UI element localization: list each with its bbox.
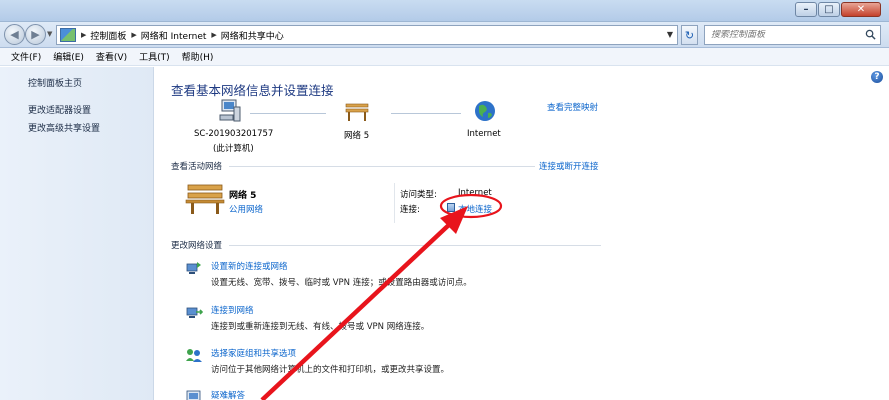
task-troubleshoot-link[interactable]: 疑难解答 [211, 389, 245, 400]
task-new-connection-link[interactable]: 设置新的连接或网络 [211, 260, 288, 272]
computer-icon[interactable] [219, 99, 241, 123]
new-connection-icon [186, 262, 201, 274]
breadcrumb-network-sharing-center[interactable]: 网络和共享中心 [221, 29, 284, 42]
page-title: 查看基本网络信息并设置连接 [171, 83, 334, 98]
breadcrumb-network-internet[interactable]: 网络和 Internet [141, 29, 207, 42]
menu-bar: 文件(F) 编辑(E) 查看(V) 工具(T) 帮助(H) [0, 48, 889, 66]
help-icon[interactable]: ? [871, 71, 883, 83]
map-connector-line [391, 113, 461, 114]
back-arrow-icon: ◀ [10, 28, 19, 41]
task-connect-network-link[interactable]: 连接到网络 [211, 304, 254, 316]
internet-label: Internet [467, 129, 501, 139]
menu-edit[interactable]: 编辑(E) [53, 50, 84, 63]
breadcrumb-separator[interactable]: ▶ [131, 31, 136, 39]
forward-arrow-icon: ▶ [31, 28, 40, 41]
local-connection-icon [447, 203, 455, 212]
address-bar: ◀ ▶ ▼ ▶ 控制面板 ▶ 网络和 Internet ▶ 网络和共享中心 ▼ … [0, 22, 889, 48]
computer-sub-label: (此计算机) [213, 144, 254, 154]
connect-disconnect-link[interactable]: 连接或断开连接 [539, 160, 599, 172]
sidebar-link-advanced-sharing[interactable]: 更改高级共享设置 [28, 121, 100, 134]
sidebar-home-link[interactable]: 控制面板主页 [28, 76, 82, 89]
search-box[interactable] [704, 25, 881, 45]
forward-button[interactable]: ▶ [25, 24, 46, 45]
vertical-divider [394, 183, 395, 223]
task-homegroup-link[interactable]: 选择家庭组和共享选项 [211, 347, 296, 359]
task-homegroup-desc: 访问位于其他网络计算机上的文件和打印机，或更改共享设置。 [211, 365, 450, 375]
homegroup-icon [186, 349, 202, 362]
window-controls: – □ ✕ [794, 2, 881, 17]
local-connection-link[interactable]: 本地连接 [458, 203, 492, 215]
sidebar: 控制面板主页 更改适配器设置 更改高级共享设置 [0, 67, 154, 400]
close-icon: ✕ [856, 4, 866, 15]
troubleshoot-icon [186, 390, 201, 400]
internet-globe-icon[interactable] [473, 99, 497, 123]
connections-label: 连接: [400, 205, 420, 215]
task-new-connection-desc: 设置无线、宽带、拨号、临时或 VPN 连接；或设置路由器或访问点。 [211, 278, 472, 288]
section-divider [229, 245, 601, 246]
change-settings-heading: 更改网络设置 [171, 241, 223, 251]
minimize-icon: – [803, 4, 809, 15]
recent-pages-dropdown[interactable]: ▼ [47, 30, 52, 38]
map-connector-line [250, 113, 326, 114]
sidebar-link-adapter-settings[interactable]: 更改适配器设置 [28, 103, 91, 116]
control-panel-icon [60, 28, 76, 42]
close-button[interactable]: ✕ [841, 2, 881, 17]
main-content: ? 查看基本网络信息并设置连接 查看完整映射 SC-201903201757 (… [155, 67, 889, 400]
menu-file[interactable]: 文件(F) [11, 50, 41, 63]
back-button[interactable]: ◀ [4, 24, 25, 45]
breadcrumb-control-panel[interactable]: 控制面板 [90, 29, 126, 42]
network-bench-icon[interactable] [344, 101, 370, 123]
task-connect-network-desc: 连接到或重新连接到无线、有线、拨号或 VPN 网络连接。 [211, 322, 430, 332]
breadcrumb[interactable]: ▶ 控制面板 ▶ 网络和 Internet ▶ 网络和共享中心 ▼ [56, 25, 678, 45]
network-name-label: 网络 5 [344, 131, 370, 141]
access-type-value: Internet [458, 188, 492, 198]
public-network-bench-icon [185, 184, 225, 214]
active-network-name: 网络 5 [229, 191, 257, 201]
refresh-icon: ↻ [684, 28, 695, 42]
maximize-button[interactable]: □ [818, 2, 840, 17]
maximize-icon: □ [824, 4, 834, 15]
refresh-button[interactable]: ↻ [681, 25, 698, 45]
computer-name-label: SC-201903201757 [194, 129, 274, 139]
network-type-link[interactable]: 公用网络 [229, 203, 263, 215]
search-input[interactable] [711, 30, 861, 40]
breadcrumb-separator[interactable]: ▶ [211, 31, 216, 39]
menu-view[interactable]: 查看(V) [96, 50, 127, 63]
breadcrumb-separator[interactable]: ▶ [81, 31, 86, 39]
connect-to-network-icon [186, 307, 203, 318]
search-icon[interactable] [865, 29, 876, 40]
title-bar: – □ ✕ [0, 0, 889, 22]
active-networks-heading: 查看活动网络 [171, 162, 223, 172]
full-map-link[interactable]: 查看完整映射 [547, 101, 598, 113]
access-type-label: 访问类型: [400, 190, 437, 200]
minimize-button[interactable]: – [795, 2, 817, 17]
section-divider [229, 166, 535, 167]
menu-tools[interactable]: 工具(T) [139, 50, 170, 63]
menu-help[interactable]: 帮助(H) [182, 50, 214, 63]
address-dropdown-icon[interactable]: ▼ [667, 30, 673, 39]
